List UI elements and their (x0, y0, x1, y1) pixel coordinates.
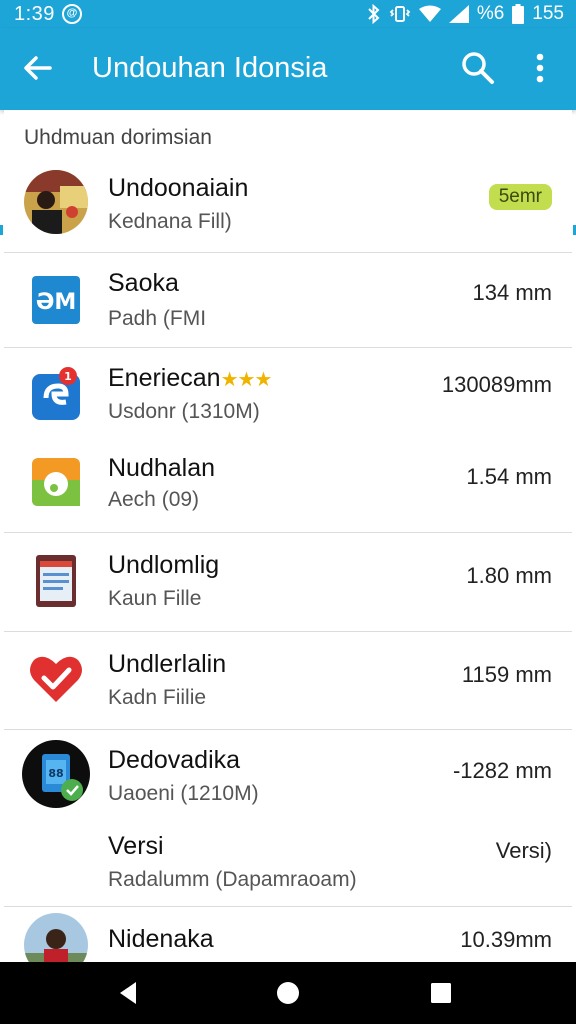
list-item[interactable]: Undoonaiain Kednana Fill) 5emr (4, 160, 572, 252)
item-name: Nidenaka (108, 925, 214, 953)
item-size: 130089mm (441, 372, 552, 397)
more-vert-icon[interactable] (524, 48, 556, 88)
battery-icon (512, 4, 525, 24)
status-time: 1:39 (14, 3, 55, 25)
photo-avatar-icon (24, 170, 88, 234)
list-item[interactable]: Undlomlig Kaun Fille 1.80 mm (4, 533, 572, 630)
item-name: Eneriecan★★★ (108, 364, 273, 393)
item-name-text: Eneriecan (108, 364, 221, 392)
item-size: 1.80 mm (466, 563, 552, 588)
item-subtitle: Aech (09) (108, 488, 200, 511)
item-size: -1282 mm (452, 758, 552, 783)
app-notification-icon: @ (62, 4, 82, 24)
item-name: Saoka (108, 269, 179, 297)
svg-text:88: 88 (48, 767, 63, 780)
bluetooth-icon (368, 4, 380, 24)
list-item[interactable]: Nudhalan Aech (09) 1.54 mm (4, 440, 572, 530)
item-name: Dedovadika (108, 746, 241, 774)
item-name: Undoonaiain (108, 174, 249, 202)
list-item[interactable]: ƏM Saoka Padh (FMI 134 mm (4, 253, 572, 347)
list-item[interactable]: 1 Eneriecan★★★ Usdonr (1310M) 130089mm (4, 348, 572, 438)
heart-check-icon (30, 656, 82, 702)
vibrate-icon (389, 6, 411, 22)
item-subtitle: Kadn Fiilie (108, 686, 207, 709)
app-bar: Undouhan Idonsia (0, 28, 576, 110)
back-arrow-icon[interactable] (18, 48, 58, 88)
list-item[interactable]: 88 Dedovadika Uaoeni (1210M) -1282 mm (4, 730, 572, 820)
wifi-icon (418, 5, 441, 22)
svg-text:1: 1 (64, 370, 72, 383)
item-size: 134 mm (472, 280, 552, 305)
item-subtitle: Usdonr (1310M) (108, 400, 260, 423)
system-nav-bar (0, 962, 576, 1024)
green-orange-app-icon (32, 458, 80, 506)
item-subtitle: Padh (FMI (108, 307, 207, 330)
list-item[interactable]: Versi Radalumm (Dapamraoam) Versi) (4, 820, 572, 906)
item-name: Nudhalan (108, 454, 216, 482)
item-name: Undlomlig (108, 551, 220, 579)
edge-accent-left (0, 225, 3, 235)
search-icon[interactable] (458, 48, 498, 88)
battery-percent-text: %6 (476, 3, 505, 24)
blue-m-app-icon: ƏM (32, 276, 80, 324)
item-subtitle: Kaun Fille (108, 587, 202, 610)
item-name: Undlerlalin (108, 650, 227, 678)
nav-recents-icon[interactable] (424, 976, 458, 1010)
svg-text:ƏM: ƏM (36, 290, 77, 315)
download-list: Uhdmuan dorimsian Undoonaiain Kednana Fi… (4, 110, 572, 962)
status-indicators: %6 155 (367, 3, 564, 25)
blue-notification-app-icon: 1 (32, 367, 80, 420)
rating-stars: ★★★ (220, 369, 273, 391)
status-bar: 1:39 @ %6 155 (0, 0, 576, 28)
item-subtitle: Radalumm (Dapamraoam) (108, 868, 357, 891)
item-subtitle: Kednana Fill) (108, 210, 232, 233)
item-size: 10.39mm (460, 927, 552, 952)
page-title: Undouhan Idonsia (92, 52, 328, 84)
document-app-icon (36, 555, 76, 607)
section-header: Uhdmuan dorimsian (24, 126, 212, 149)
item-size: 1159 mm (461, 662, 552, 687)
list-item[interactable]: Nidenaka 10.39mm (4, 907, 572, 962)
nav-home-icon[interactable] (271, 976, 305, 1010)
list-item[interactable]: Undlerlalin Kadn Fiilie 1159 mm (4, 632, 572, 728)
item-subtitle: Uaoeni (1210M) (108, 782, 259, 805)
item-name: Versi (108, 832, 164, 860)
signal-icon (448, 5, 469, 23)
phone-app-icon: 88 (22, 740, 90, 808)
status-badge: 5emr (488, 184, 552, 210)
signal-number-text: 155 (532, 3, 564, 24)
item-size: 1.54 mm (466, 464, 552, 489)
person-photo-icon (24, 913, 88, 962)
item-size: Versi) (495, 838, 552, 863)
nav-back-icon[interactable] (112, 976, 146, 1010)
